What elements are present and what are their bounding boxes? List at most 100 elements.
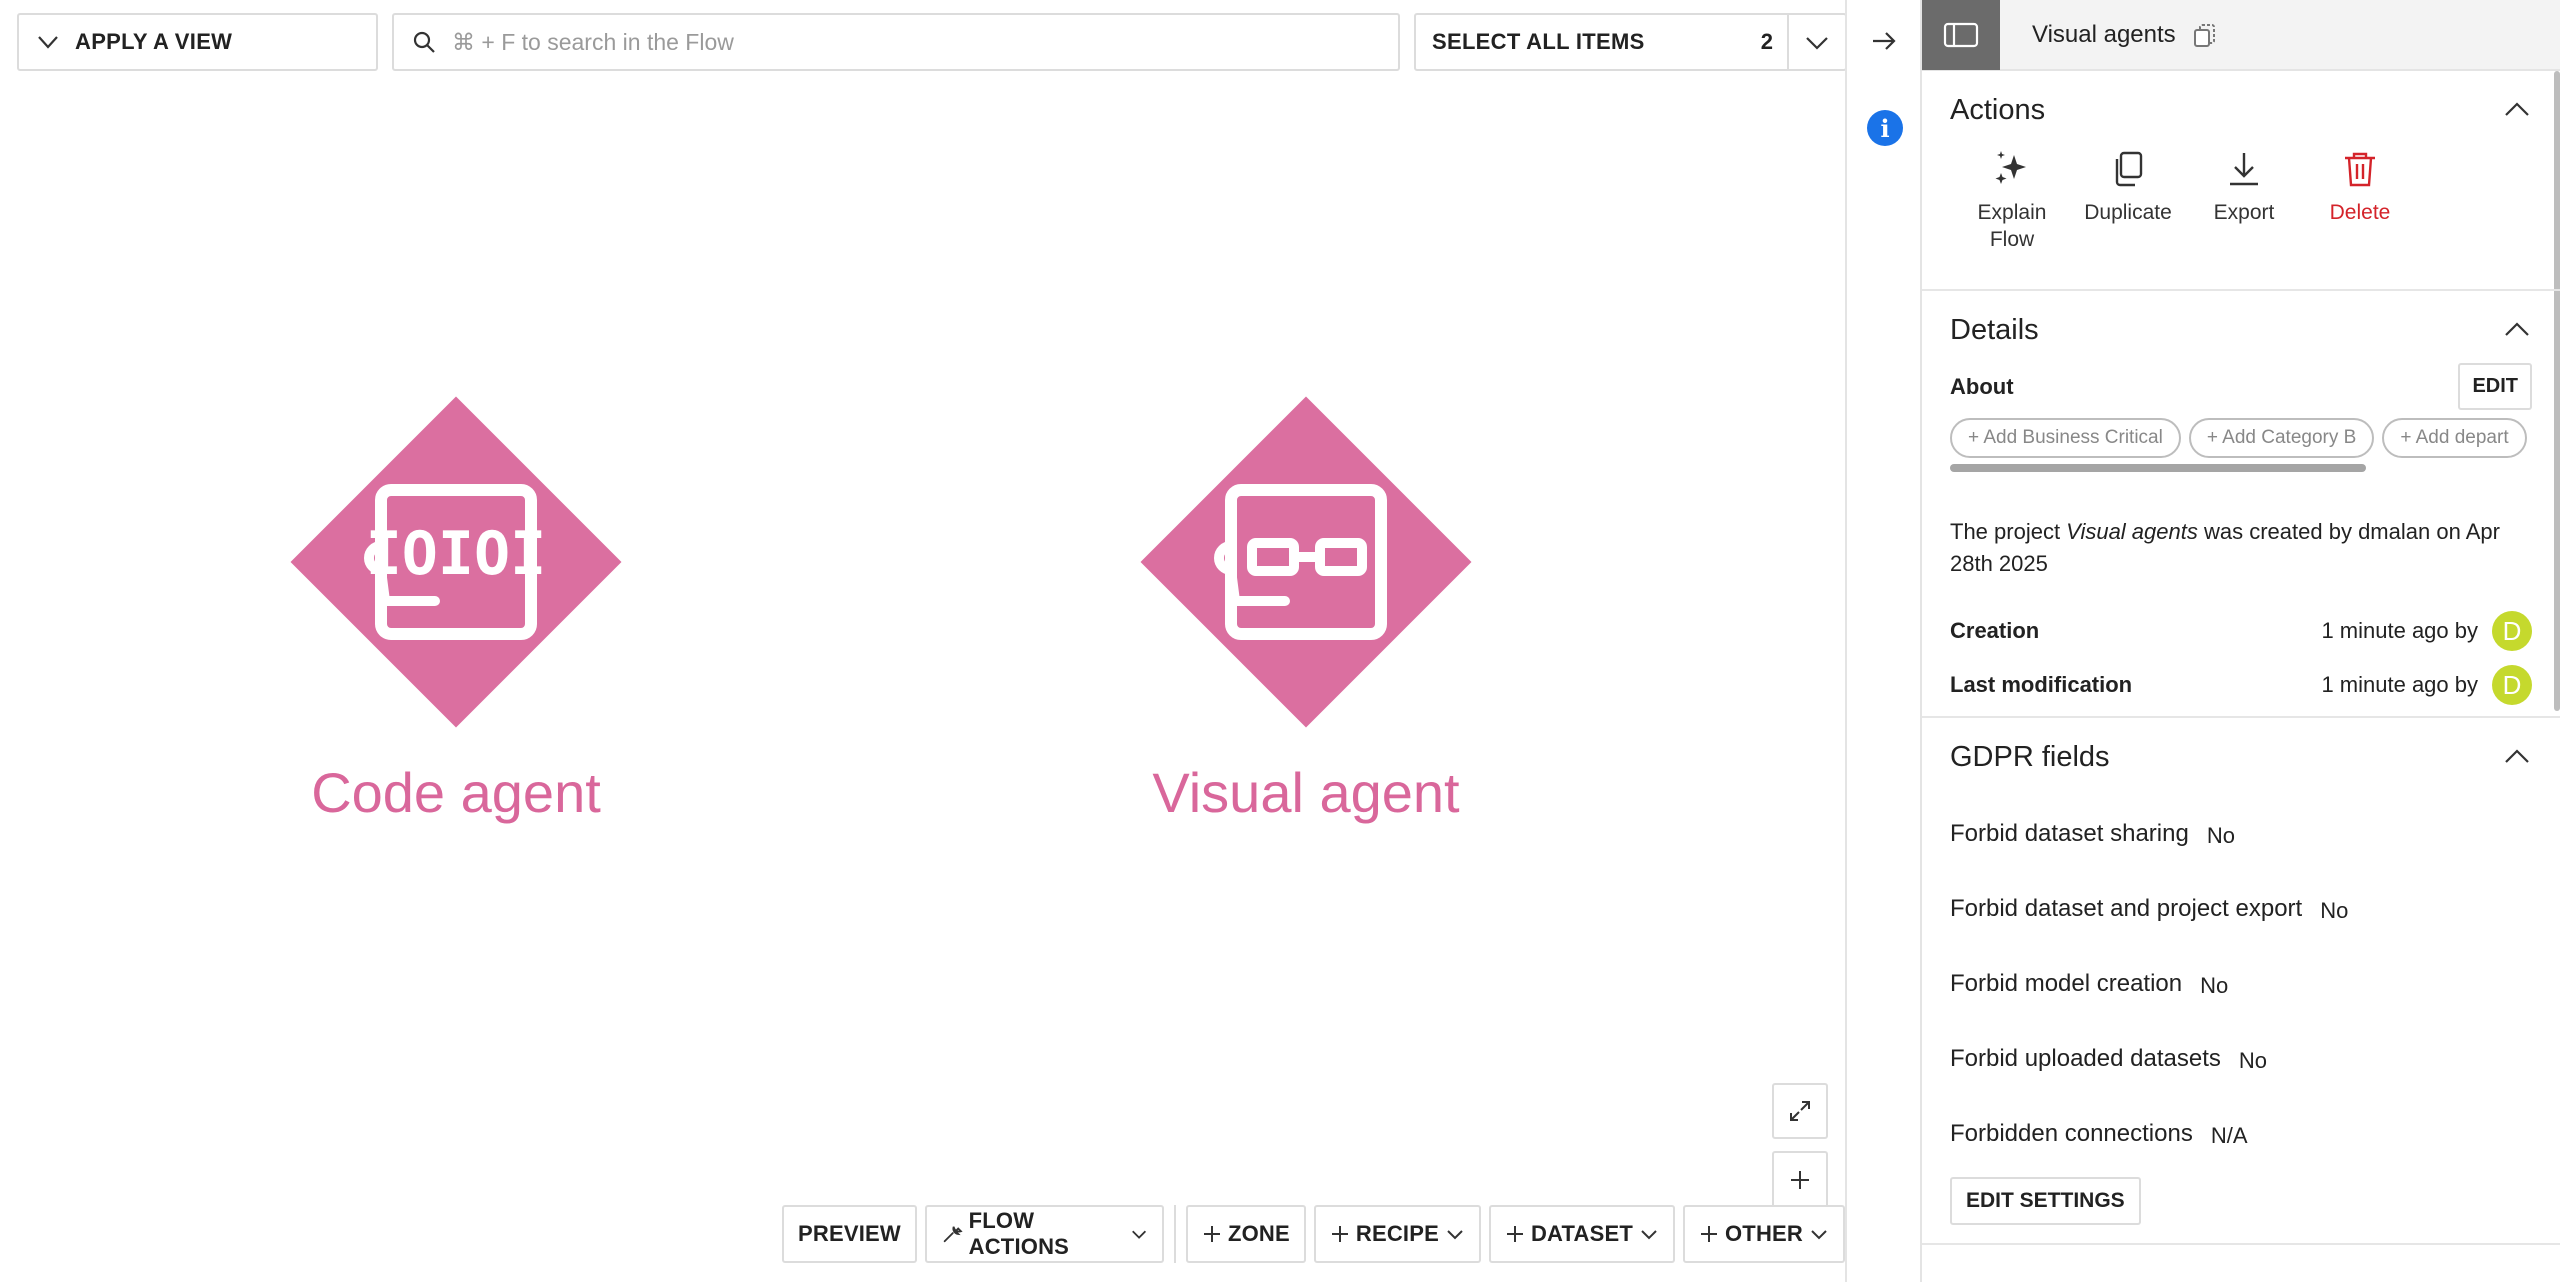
creation-label: Creation (1950, 618, 2040, 643)
gdpr-header[interactable]: GDPR fields (1950, 718, 2532, 796)
visual-agent-icon (1214, 484, 1387, 640)
gdpr-label: Forbid model creation (1950, 969, 2183, 997)
chevron-down-icon (38, 36, 58, 49)
add-department-tag[interactable]: + Add depart (2382, 418, 2527, 458)
desc-prefix: The project (1950, 519, 2067, 544)
download-icon (2230, 153, 2258, 186)
gdpr-label: Forbidden connections (1950, 1119, 2193, 1147)
recipe-label: RECIPE (1355, 1221, 1439, 1246)
add-dataset-button[interactable]: DATASET (1488, 1205, 1675, 1263)
details-section: Details About EDIT + Add Business Critic… (1922, 291, 2560, 718)
flow-node-code-agent[interactable]: IOIOI Code agent (290, 396, 622, 856)
gdpr-label: Forbid dataset and project export (1950, 894, 2303, 922)
fit-to-screen-button[interactable] (1772, 1083, 1828, 1139)
apply-view-label: APPLY A VIEW (75, 29, 233, 54)
chevron-up-icon[interactable] (2502, 315, 2532, 345)
add-zone-button[interactable]: ZONE (1185, 1205, 1306, 1263)
about-label: About (1950, 373, 2014, 399)
chevron-down-icon (1641, 1230, 1657, 1240)
chevron-down-icon (1447, 1230, 1463, 1240)
plus-icon (1331, 1226, 1348, 1242)
desc-project-name: Visual agents (2066, 519, 2198, 544)
section-title: GDPR fields (1950, 740, 2110, 773)
wrench-icon (943, 1226, 963, 1243)
app-root: APPLY A VIEW SELECT ALL ITEMS 2 IOIOI (0, 0, 2560, 1282)
tags-scrollbar[interactable] (1950, 464, 2366, 472)
zoom-in-button[interactable] (1772, 1151, 1828, 1207)
copy-icon[interactable] (2192, 21, 2218, 49)
code-agent-icon: IOIOI (364, 484, 547, 640)
gdpr-row: Forbid uploaded datasets No (1950, 1021, 2532, 1096)
select-divider (1787, 15, 1789, 69)
gdpr-row: Forbidden connections N/A (1950, 1096, 2532, 1171)
chevron-up-icon[interactable] (2502, 95, 2532, 125)
flow-toolbar: APPLY A VIEW SELECT ALL ITEMS 2 (17, 13, 1847, 71)
action-label: Export (2213, 201, 2275, 224)
add-other-button[interactable]: OTHER (1683, 1205, 1845, 1263)
last-modification-value: 1 minute ago by (2321, 672, 2478, 697)
chevron-down-icon[interactable] (1803, 29, 1831, 57)
gdpr-section: GDPR fields Forbid dataset sharing No For… (1922, 718, 2560, 1245)
gdpr-value: No (2206, 822, 2235, 848)
zone-label: ZONE (1227, 1221, 1290, 1246)
creation-row: Creation 1 minute ago by D (1950, 604, 2532, 658)
flow-search[interactable] (392, 13, 1400, 71)
details-panel: Visual agents Actions Explain Flow Dupli… (1920, 0, 2560, 1282)
flow-canvas[interactable]: APPLY A VIEW SELECT ALL ITEMS 2 IOIOI (0, 0, 1847, 1282)
select-all-items-button[interactable]: SELECT ALL ITEMS 2 (1414, 13, 1847, 71)
flow-actions-button[interactable]: FLOW ACTIONS (924, 1205, 1165, 1263)
edit-about-button[interactable]: EDIT (2458, 363, 2532, 410)
plus-icon (1203, 1226, 1220, 1242)
creation-value: 1 minute ago by (2321, 618, 2478, 643)
chevron-up-icon[interactable] (2502, 742, 2532, 772)
edit-settings-button[interactable]: EDIT SETTINGS (1950, 1177, 2141, 1225)
add-category-b-tag[interactable]: + Add Category B (2188, 418, 2375, 458)
delete-button[interactable]: Delete (2310, 149, 2410, 253)
flow-node-visual-agent[interactable]: Visual agent (1140, 396, 1472, 856)
last-modification-row: Last modification 1 minute ago by D (1950, 658, 2532, 712)
svg-text:IOIOI: IOIOI (366, 519, 547, 589)
panel-toggle-button[interactable] (1922, 0, 2000, 70)
actions-section: Actions Explain Flow Duplicate Export De… (1922, 71, 2560, 291)
chevron-down-icon (1132, 1230, 1147, 1239)
gdpr-value: No (2320, 897, 2349, 923)
search-icon (413, 31, 435, 53)
flow-search-input[interactable] (452, 28, 1352, 56)
trash-icon (2345, 152, 2375, 187)
avatar[interactable]: D (2492, 611, 2532, 651)
right-rail: i (1845, 0, 1920, 1282)
gdpr-row: Forbid model creation No (1950, 946, 2532, 1021)
project-description: The project Visual agents was created by… (1950, 516, 2532, 580)
flow-bottom-bar: PREVIEW FLOW ACTIONS ZONE RECIPE DATASET (782, 1205, 1845, 1263)
selected-count: 2 (1760, 29, 1773, 54)
gdpr-label: Forbid uploaded datasets (1950, 1044, 2221, 1072)
export-button[interactable]: Export (2194, 149, 2294, 253)
about-row: About EDIT (1950, 363, 2532, 410)
panel-header: Visual agents (1922, 0, 2560, 71)
add-business-critical-tag[interactable]: + Add Business Critical (1950, 418, 2181, 458)
last-modification-label: Last modification (1950, 672, 2133, 697)
preview-button[interactable]: PREVIEW (782, 1205, 917, 1263)
plus-icon (1791, 1171, 1809, 1189)
plus-icon (1506, 1226, 1523, 1242)
explain-flow-button[interactable]: Explain Flow (1962, 149, 2062, 253)
expand-icon (1790, 1101, 1810, 1121)
gdpr-value: N/A (2210, 1122, 2248, 1148)
actions-header[interactable]: Actions (1950, 71, 2532, 149)
avatar[interactable]: D (2492, 665, 2532, 705)
arrow-right-icon[interactable] (1869, 26, 1899, 56)
chevron-down-icon (1811, 1230, 1827, 1240)
tags-row: + Add Business Critical + Add Category B… (1950, 418, 2528, 458)
add-recipe-button[interactable]: RECIPE (1313, 1205, 1481, 1263)
action-label: Duplicate (2084, 201, 2172, 224)
details-header[interactable]: Details (1950, 291, 2532, 369)
actions-list: Explain Flow Duplicate Export Delete (1950, 149, 2532, 289)
preview-label: PREVIEW (798, 1221, 901, 1246)
gdpr-label: Forbid dataset sharing (1950, 819, 2189, 847)
duplicate-icon (2115, 151, 2143, 187)
apply-view-button[interactable]: APPLY A VIEW (17, 13, 378, 71)
info-icon[interactable]: i (1867, 110, 1903, 146)
sidebar-icon (1943, 22, 1979, 47)
duplicate-button[interactable]: Duplicate (2078, 149, 2178, 253)
node-label: Code agent (311, 761, 601, 824)
